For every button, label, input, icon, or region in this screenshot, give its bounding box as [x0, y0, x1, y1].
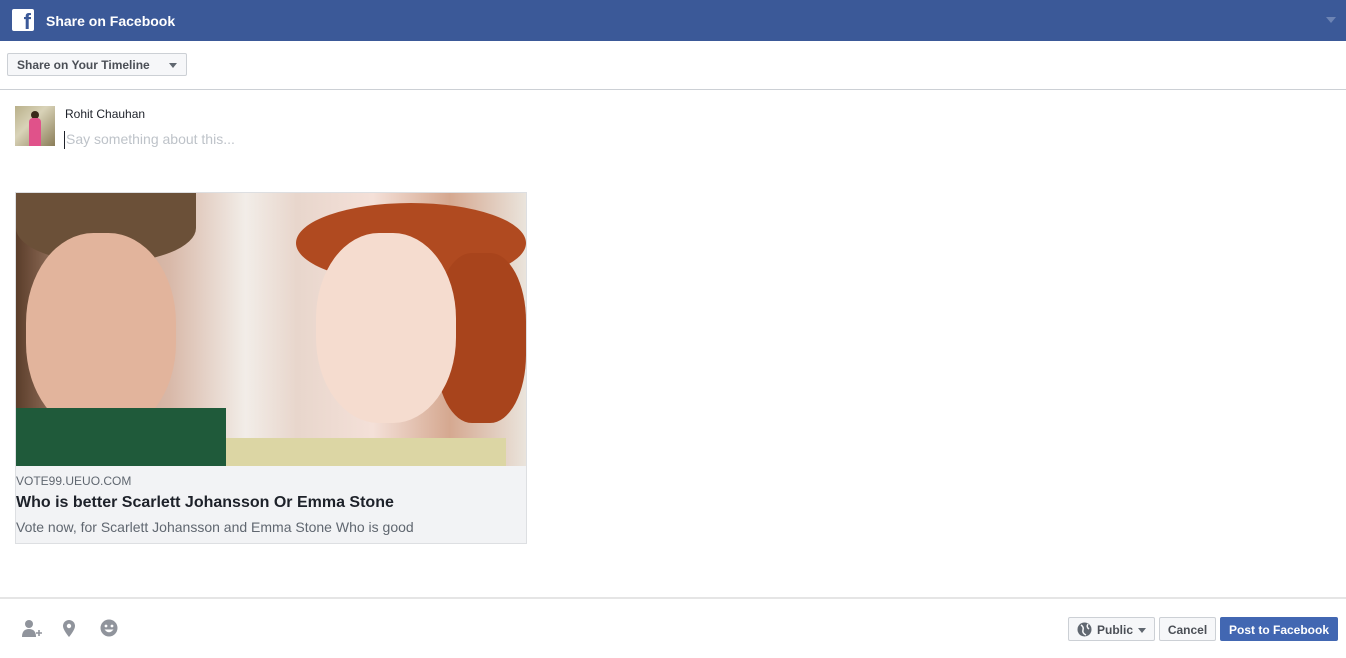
status-input[interactable]: Say something about this...	[64, 131, 464, 149]
chevron-down-icon	[1138, 628, 1146, 633]
facebook-logo-icon: f	[12, 9, 34, 31]
location-pin-icon[interactable]	[61, 619, 81, 639]
tag-friends-icon[interactable]	[20, 619, 42, 639]
audience-selector[interactable]: Public	[1068, 617, 1155, 641]
post-button[interactable]: Post to Facebook	[1220, 617, 1338, 641]
link-description: Vote now, for Scarlett Johansson and Emm…	[16, 519, 414, 535]
globe-icon	[1077, 622, 1092, 637]
link-preview-image	[16, 193, 526, 466]
divider	[0, 597, 1346, 599]
dialog-header: f Share on Facebook	[0, 0, 1346, 41]
link-preview-card[interactable]: VOTE99.UEUO.COM Who is better Scarlett J…	[15, 192, 527, 544]
share-target-label: Share on Your Timeline	[17, 58, 150, 72]
link-domain: VOTE99.UEUO.COM	[16, 474, 132, 488]
link-title: Who is better Scarlett Johansson Or Emma…	[16, 494, 394, 511]
chevron-down-icon	[168, 63, 177, 68]
cancel-button[interactable]: Cancel	[1159, 617, 1216, 641]
audience-label: Public	[1097, 623, 1134, 637]
emoji-icon[interactable]	[99, 619, 119, 639]
divider	[0, 89, 1346, 90]
user-name: Rohit Chauhan	[65, 107, 146, 121]
share-target-dropdown[interactable]: Share on Your Timeline	[7, 53, 187, 76]
header-menu-chevron-icon[interactable]	[1326, 17, 1336, 23]
avatar	[15, 106, 55, 146]
dialog-title: Share on Facebook	[46, 13, 176, 29]
